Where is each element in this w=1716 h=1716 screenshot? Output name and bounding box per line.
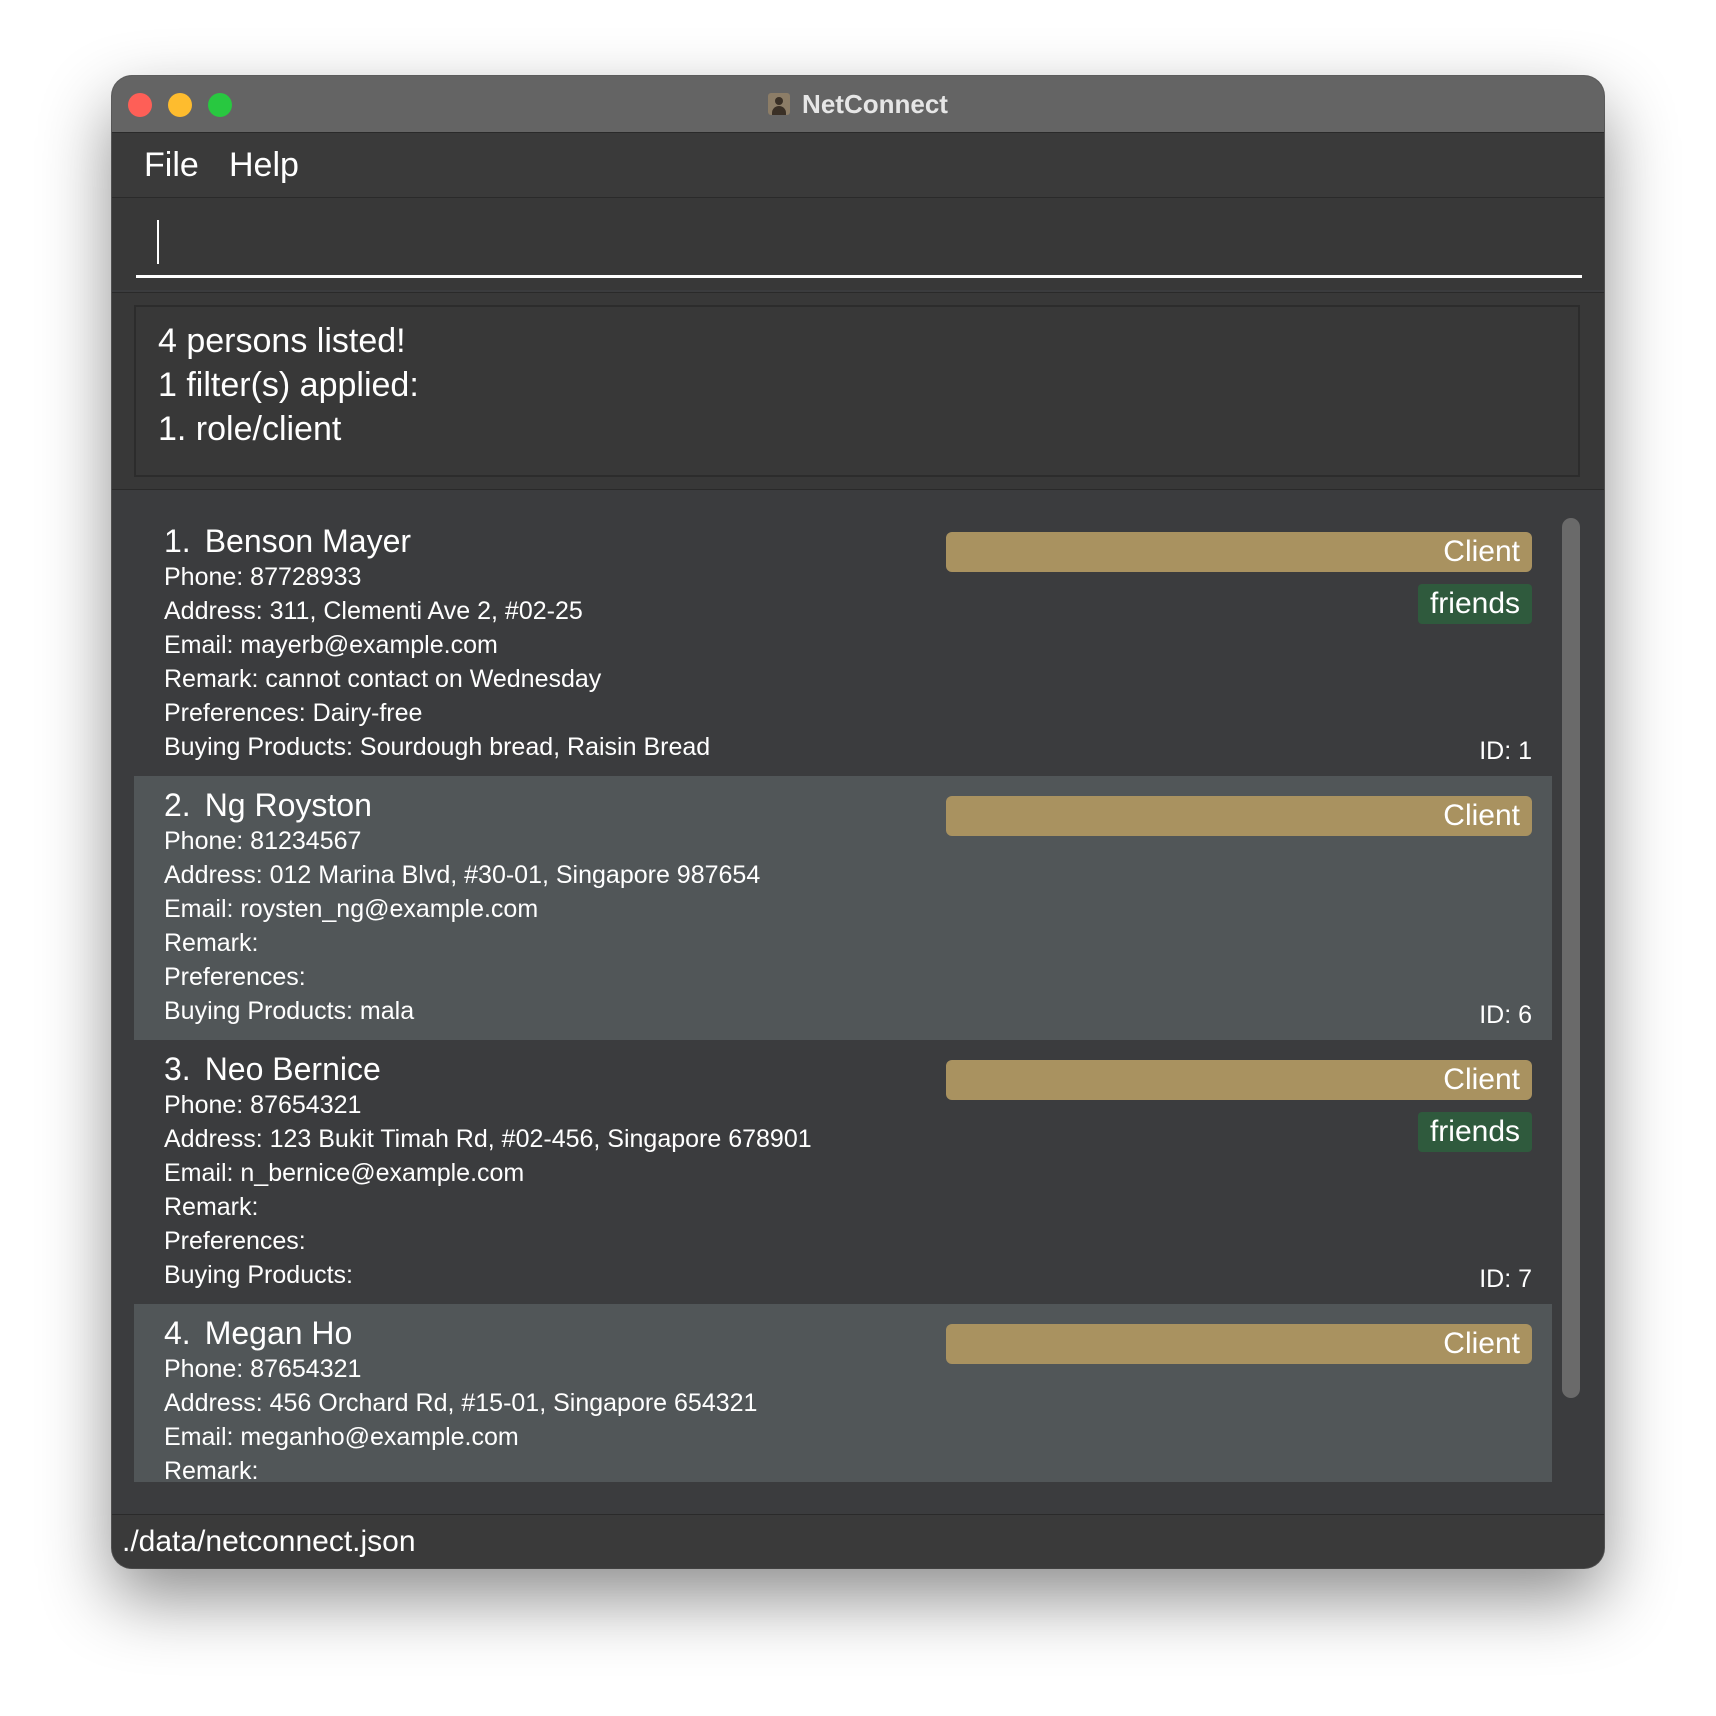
result-display-area: 4 persons listed! 1 filter(s) applied: 1… — [112, 292, 1604, 491]
person-card[interactable]: 4. Megan Ho Phone: 87654321 Address: 456 … — [134, 1304, 1552, 1482]
minimize-window-button[interactable] — [168, 93, 192, 117]
result-line: 1. role/client — [158, 410, 342, 448]
person-name: Neo Bernice — [204, 1051, 381, 1087]
person-remark: Remark: — [164, 1193, 259, 1221]
person-buying-products: Buying Products: Sourdough bread, Raisin… — [164, 733, 711, 761]
person-index: 3. — [164, 1051, 191, 1087]
person-index: 4. — [164, 1315, 191, 1351]
person-index: 1. — [164, 523, 191, 559]
person-card[interactable]: 1. Benson Mayer Phone: 87728933 Address: … — [134, 512, 1552, 776]
person-email: Email: roysten_ng@example.com — [164, 895, 539, 923]
person-address: Address: 456 Orchard Rd, #15-01, Singapo… — [164, 1389, 758, 1417]
person-index: 2. — [164, 787, 191, 823]
role-tag: Client — [946, 796, 1532, 836]
person-address: Address: 012 Marina Blvd, #30-01, Singap… — [164, 861, 761, 889]
person-remark: Remark: — [164, 929, 259, 957]
person-preferences: Preferences: — [164, 963, 306, 991]
menu-help[interactable]: Help — [229, 133, 299, 197]
result-line: 1 filter(s) applied: — [158, 366, 419, 404]
friends-tag: friends — [1417, 1112, 1532, 1152]
person-card[interactable]: 3. Neo Bernice Phone: 87654321 Address: 1… — [134, 1040, 1552, 1304]
person-card[interactable]: 2. Ng Royston Phone: 81234567 Address: 01… — [134, 776, 1552, 1040]
person-buying-products: Buying Products: — [164, 1261, 353, 1289]
person-buying-products: Buying Products: mala — [164, 997, 415, 1025]
role-tag: Client — [946, 1324, 1532, 1364]
person-email: Email: mayerb@example.com — [164, 631, 498, 659]
title-bar[interactable]: NetConnect — [112, 76, 1604, 133]
person-id: ID: 6 — [1479, 1001, 1532, 1029]
person-id: ID: 7 — [1479, 1265, 1532, 1293]
person-list[interactable]: 1. Benson Mayer Phone: 87728933 Address: … — [134, 512, 1552, 1482]
title-wrap: NetConnect — [112, 76, 1604, 132]
person-remark: Remark: cannot contact on Wednesday — [164, 665, 602, 693]
person-email: Email: meganho@example.com — [164, 1423, 519, 1451]
window-title: NetConnect — [802, 88, 948, 119]
person-remark: Remark: — [164, 1457, 259, 1482]
command-input[interactable] — [136, 206, 1582, 278]
command-box — [112, 198, 1604, 290]
close-window-button[interactable] — [128, 93, 152, 117]
maximize-window-button[interactable] — [208, 93, 232, 117]
person-preferences: Preferences: Dairy-free — [164, 699, 423, 727]
person-list-panel: 1. Benson Mayer Phone: 87728933 Address: … — [112, 490, 1604, 1490]
save-location: ./data/netconnect.json — [122, 1525, 416, 1558]
person-email: Email: n_bernice@example.com — [164, 1159, 525, 1187]
role-tag: Client — [946, 532, 1532, 572]
role-tag: Client — [946, 1060, 1532, 1100]
text-caret — [157, 220, 159, 264]
person-name: Megan Ho — [204, 1315, 353, 1351]
person-preferences: Preferences: — [164, 1227, 306, 1255]
friends-tag: friends — [1417, 584, 1532, 624]
person-address: Address: 123 Bukit Timah Rd, #02-456, Si… — [164, 1125, 812, 1153]
result-display: 4 persons listed! 1 filter(s) applied: 1… — [134, 305, 1580, 477]
list-scrollbar[interactable] — [1558, 508, 1584, 1484]
person-name: Benson Mayer — [204, 523, 412, 559]
scrollbar-thumb[interactable] — [1562, 518, 1580, 1398]
person-id: ID: 1 — [1479, 737, 1532, 765]
app-window: NetConnect File Help 4 persons listed! 1… — [112, 76, 1604, 1568]
status-bar: ./data/netconnect.json — [112, 1514, 1604, 1568]
person-name: Ng Royston — [204, 787, 372, 823]
menu-file[interactable]: File — [144, 133, 199, 197]
person-address: Address: 311, Clementi Ave 2, #02-25 — [164, 597, 583, 625]
address-book-icon — [768, 93, 791, 115]
menu-bar: File Help — [112, 133, 1604, 198]
result-line: 4 persons listed! — [158, 322, 406, 360]
